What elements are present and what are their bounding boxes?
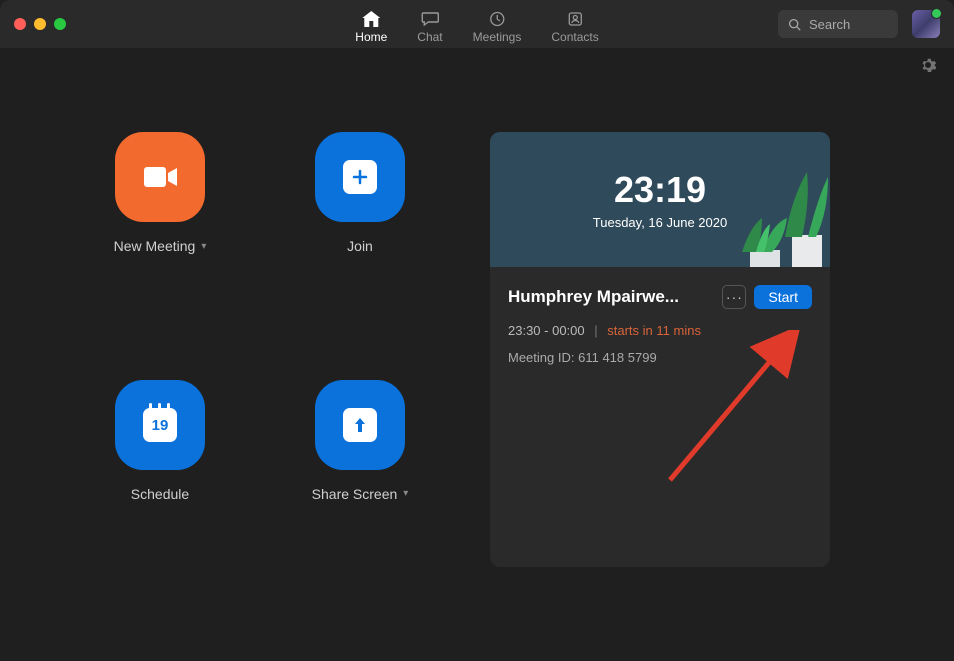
schedule-button[interactable]: 19 xyxy=(115,380,205,470)
home-icon xyxy=(361,10,381,28)
upcoming-meeting: Humphrey Mpairwe... ··· Start 23:30 - 00… xyxy=(490,267,830,383)
chat-icon xyxy=(420,10,440,28)
meeting-more-button[interactable]: ··· xyxy=(722,285,746,309)
clock-hero: 23:19 Tuesday, 16 June 2020 xyxy=(490,132,830,267)
meeting-id-label: Meeting ID: xyxy=(508,350,574,365)
new-meeting-label: New Meeting xyxy=(114,238,196,254)
meeting-id-row: Meeting ID: 611 418 5799 xyxy=(508,350,812,365)
action-tiles: New Meeting ▾ Join 19 xyxy=(0,132,480,567)
minimize-window-button[interactable] xyxy=(34,18,46,30)
new-meeting-label-row[interactable]: New Meeting ▾ xyxy=(114,238,207,254)
subtoolbar xyxy=(0,48,954,82)
tile-new-meeting: New Meeting ▾ xyxy=(114,132,207,320)
meeting-title: Humphrey Mpairwe... xyxy=(508,287,714,307)
gear-icon xyxy=(920,57,936,73)
search-placeholder: Search xyxy=(809,17,850,32)
arrow-up-icon xyxy=(343,408,377,442)
tile-schedule: 19 Schedule xyxy=(115,380,205,568)
maximize-window-button[interactable] xyxy=(54,18,66,30)
nav-tabs: Home Chat Meetings Contacts xyxy=(355,4,598,44)
tab-contacts-label: Contacts xyxy=(551,30,598,44)
chevron-down-icon: ▾ xyxy=(201,241,206,252)
tab-meetings-label: Meetings xyxy=(473,30,522,44)
chevron-down-icon: ▾ xyxy=(403,488,408,499)
tab-meetings[interactable]: Meetings xyxy=(473,4,522,44)
calendar-day: 19 xyxy=(152,417,169,434)
tile-join: Join xyxy=(315,132,405,320)
share-screen-button[interactable] xyxy=(315,380,405,470)
tab-home-label: Home xyxy=(355,30,387,44)
main-content: New Meeting ▾ Join 19 xyxy=(0,82,954,567)
tab-contacts[interactable]: Contacts xyxy=(551,4,598,44)
share-screen-label-row[interactable]: Share Screen ▾ xyxy=(312,486,409,502)
search-icon xyxy=(788,18,801,31)
join-label: Join xyxy=(347,238,373,254)
tile-share-screen: Share Screen ▾ xyxy=(312,380,409,568)
schedule-label: Schedule xyxy=(131,486,189,502)
clock-time: 23:19 xyxy=(614,169,706,211)
tab-chat[interactable]: Chat xyxy=(417,4,442,44)
calendar-icon: 19 xyxy=(143,408,177,442)
clock-date: Tuesday, 16 June 2020 xyxy=(593,215,727,230)
close-window-button[interactable] xyxy=(14,18,26,30)
meeting-time-range: 23:30 - 00:00 xyxy=(508,323,585,338)
join-button[interactable] xyxy=(315,132,405,222)
window-controls xyxy=(14,18,66,30)
meeting-time-row: 23:30 - 00:00 | starts in 11 mins xyxy=(508,323,812,338)
titlebar: Home Chat Meetings Contacts Search xyxy=(0,0,954,48)
start-button[interactable]: Start xyxy=(754,285,812,309)
clock-icon xyxy=(487,10,507,28)
avatar[interactable] xyxy=(912,10,940,38)
plus-icon xyxy=(343,160,377,194)
tab-home[interactable]: Home xyxy=(355,4,387,44)
settings-button[interactable] xyxy=(920,57,936,73)
contacts-icon xyxy=(565,10,585,28)
search-input[interactable]: Search xyxy=(778,10,898,38)
separator: | xyxy=(594,323,597,338)
share-screen-label: Share Screen xyxy=(312,486,398,502)
meeting-starts-in: starts in 11 mins xyxy=(607,323,701,338)
upcoming-panel: 23:19 Tuesday, 16 June 2020 Humphrey Mpa… xyxy=(490,132,830,567)
new-meeting-button[interactable] xyxy=(115,132,205,222)
tab-chat-label: Chat xyxy=(417,30,442,44)
plant-decoration xyxy=(732,212,792,267)
meeting-id-value: 611 418 5799 xyxy=(578,350,657,365)
video-icon xyxy=(140,163,180,191)
